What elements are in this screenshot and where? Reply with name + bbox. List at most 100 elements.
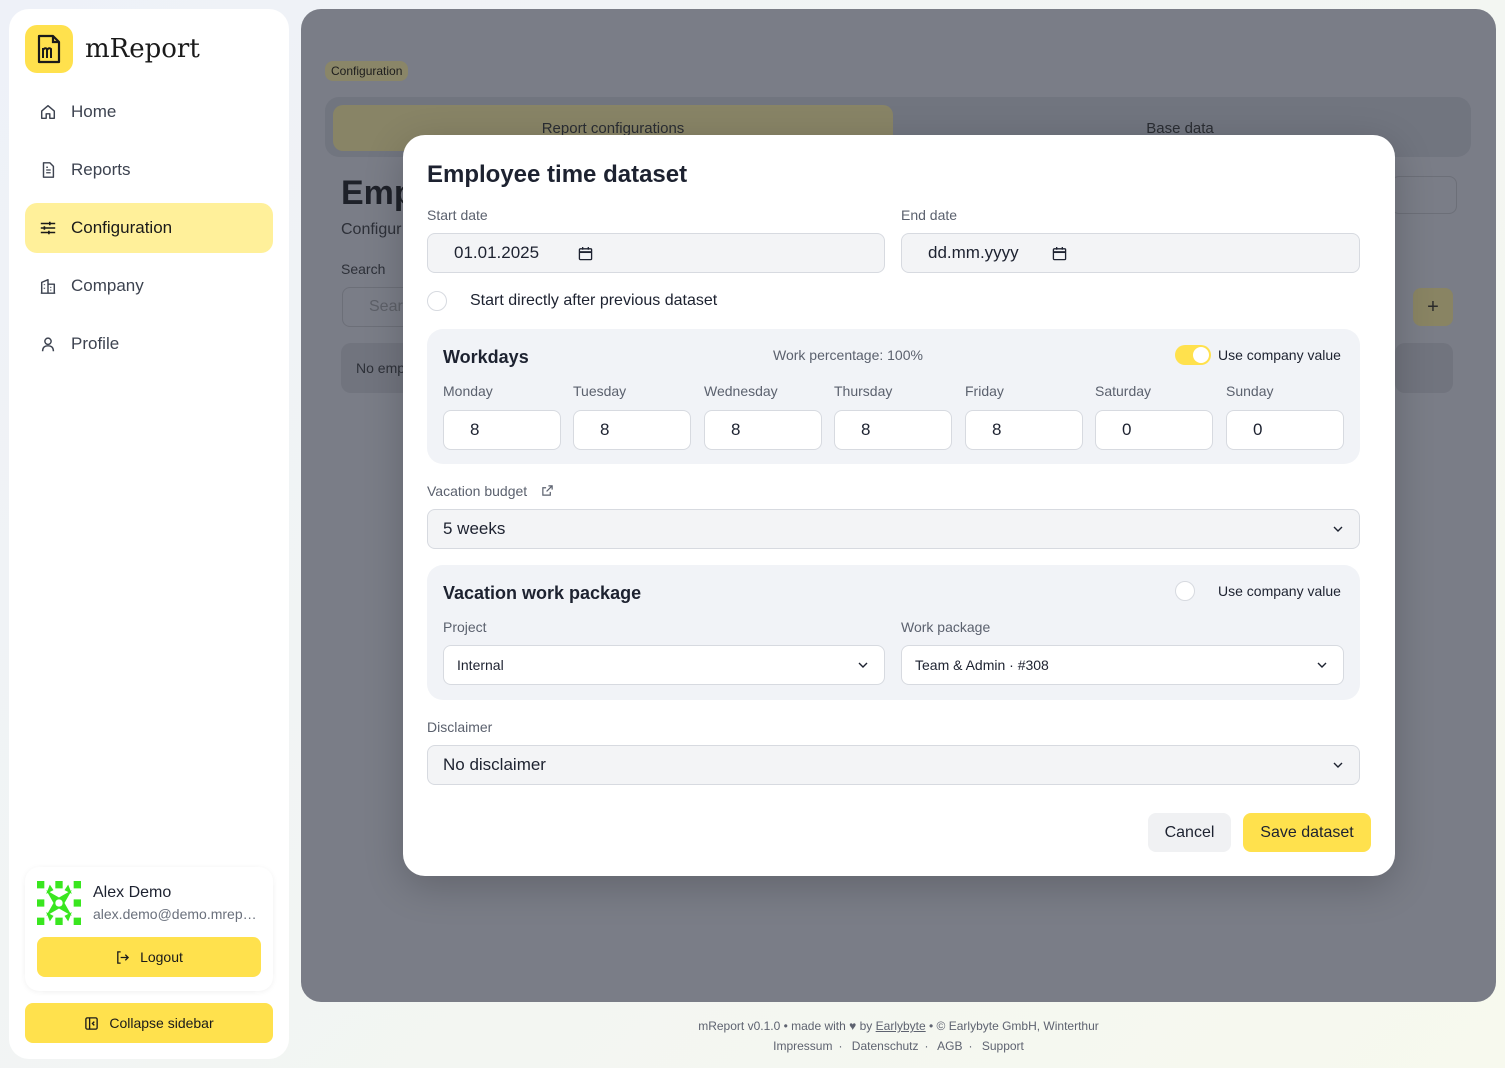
workdays-panel: Workdays Work percentage: 100% Use compa… [427,329,1360,464]
sidebar-item-label: Profile [71,334,120,353]
project-select[interactable]: Internal [443,645,885,685]
workday-saturday: Saturday 0 [1095,383,1213,450]
app-logo-icon [25,25,73,73]
vacation-budget-select[interactable]: 5 weeks [427,509,1360,549]
start-after-previous-label: Start directly after previous dataset [470,292,718,309]
sidebar-item-reports[interactable]: Reports [25,145,273,195]
save-dataset-button[interactable]: Save dataset [1243,813,1371,852]
brand[interactable]: mReport [25,25,200,73]
footer-link-support[interactable]: Support [982,1039,1024,1053]
user-icon [41,337,55,352]
start-date-value: 01.01.2025 [454,243,540,262]
building-icon [40,278,56,294]
work-package-select[interactable]: Team & Admin · #308 [901,645,1344,685]
home-icon [40,104,56,120]
vacation-budget-label: Vacation budget [427,483,528,499]
breadcrumb[interactable]: Configuration [325,61,409,81]
page-subtitle: Configur [341,221,402,238]
cancel-button[interactable]: Cancel [1148,813,1231,852]
workday-hours-input[interactable]: 8 [834,410,952,450]
workday-label: Wednesday [704,383,778,399]
workday-tuesday: Tuesday 8 [573,383,691,450]
sidebar-item-company[interactable]: Company [25,261,273,311]
logout-label: Logout [140,949,183,965]
document-icon [42,162,55,178]
sidebar-item-label: Reports [71,160,131,179]
workday-monday: Monday 8 [443,383,561,450]
project-label: Project [443,619,487,635]
vacation-work-package-title: Vacation work package [443,583,642,603]
start-date-input[interactable]: 01.01.2025 [427,233,885,273]
disclaimer-select[interactable]: No disclaimer [427,745,1360,785]
logout-icon [117,950,130,964]
workday-label: Saturday [1095,383,1152,399]
workday-label: Monday [443,383,493,399]
end-date-label: End date [901,207,958,223]
sidebar-item-label: Configuration [71,218,173,237]
chevron-down-icon [1333,762,1343,768]
dialog-title: Employee time dataset [427,161,688,188]
footer-text: mReport v0.1.0 • made with ♥ by [698,1019,873,1033]
start-after-previous-checkbox[interactable] [427,291,447,311]
sidebar-item-configuration[interactable]: Configuration [25,203,273,253]
workday-wednesday: Wednesday 8 [704,383,822,450]
end-date-value: dd.mm.yyyy [928,243,1019,262]
sidebar: mReport Home Reports Configuration Compa… [9,9,289,1059]
work-percentage: Work percentage: 100% [773,347,923,363]
collapse-sidebar-label: Collapse sidebar [109,1015,214,1031]
workdays-use-company-value-label: Use company value [1218,347,1341,363]
workday-hours-input[interactable]: 8 [704,410,822,450]
vacation-work-package-panel: Vacation work package Use company value … [427,565,1360,700]
footer-link-agb[interactable]: AGB [937,1039,962,1053]
workday-label: Tuesday [573,383,627,399]
end-date-input[interactable]: dd.mm.yyyy [901,233,1360,273]
workday-sunday: Sunday 0 [1226,383,1344,450]
workdays-title: Workdays [443,347,529,367]
calendar-icon[interactable] [578,246,593,261]
sidebar-collapse-icon [85,1016,99,1030]
workday-hours-input[interactable]: 8 [443,410,561,450]
avatar[interactable] [37,879,81,927]
calendar-icon[interactable] [1052,246,1067,261]
vacation-use-company-value-toggle[interactable] [1175,581,1195,601]
add-button[interactable]: + [1413,288,1453,326]
footer-link-earlybyte[interactable]: Earlybyte [876,1019,926,1033]
workday-label: Sunday [1226,383,1274,399]
footer-link-datenschutz[interactable]: Datenschutz [852,1039,919,1053]
sidebar-nav: Home Reports Configuration Company Profi… [25,87,273,377]
project-value: Internal [457,657,504,673]
collapse-sidebar-button[interactable]: Collapse sidebar [25,1003,273,1043]
chevron-down-icon [1317,662,1327,668]
employee-dropdown[interactable] [1391,176,1457,214]
chevron-down-icon [1333,526,1343,532]
sidebar-item-profile[interactable]: Profile [25,319,273,369]
workday-hours-input[interactable]: 0 [1226,410,1344,450]
sidebar-item-home[interactable]: Home [25,87,273,137]
user-email: alex.demo@demo.mreport.ch [93,906,261,922]
logout-button[interactable]: Logout [37,937,261,977]
work-package-label: Work package [901,619,991,635]
workday-thursday: Thursday 8 [834,383,952,450]
search-label: Search [341,261,386,277]
workdays-use-company-value-toggle[interactable] [1175,345,1211,365]
workday-hours-input[interactable]: 0 [1095,410,1213,450]
sidebar-item-label: Home [71,102,117,121]
disclaimer-value: No disclaimer [443,755,546,774]
footer-link-impressum[interactable]: Impressum [773,1039,832,1053]
employee-time-dataset-dialog: Employee time dataset Start date 01.01.2… [403,135,1395,876]
sidebar-item-label: Company [71,276,144,295]
vacation-budget-value: 5 weeks [443,519,506,538]
footer-copyright: • © Earlybyte GmbH, Winterthur [929,1019,1099,1033]
workday-label: Thursday [834,383,893,399]
workday-hours-input[interactable]: 8 [965,410,1083,450]
vacation-use-company-value-label: Use company value [1218,583,1341,599]
footer: mReport v0.1.0 • made with ♥ by Earlybyt… [698,1019,1099,1053]
external-link-icon[interactable] [541,484,554,497]
app-name: mReport [85,34,200,64]
empty-state-strip [1395,343,1453,393]
user-name: Alex Demo [93,884,172,901]
user-card: Alex Demo alex.demo@demo.mreport.ch Logo… [25,867,273,991]
workday-label: Friday [965,383,1004,399]
workday-hours-input[interactable]: 8 [573,410,691,450]
disclaimer-label: Disclaimer [427,719,493,735]
